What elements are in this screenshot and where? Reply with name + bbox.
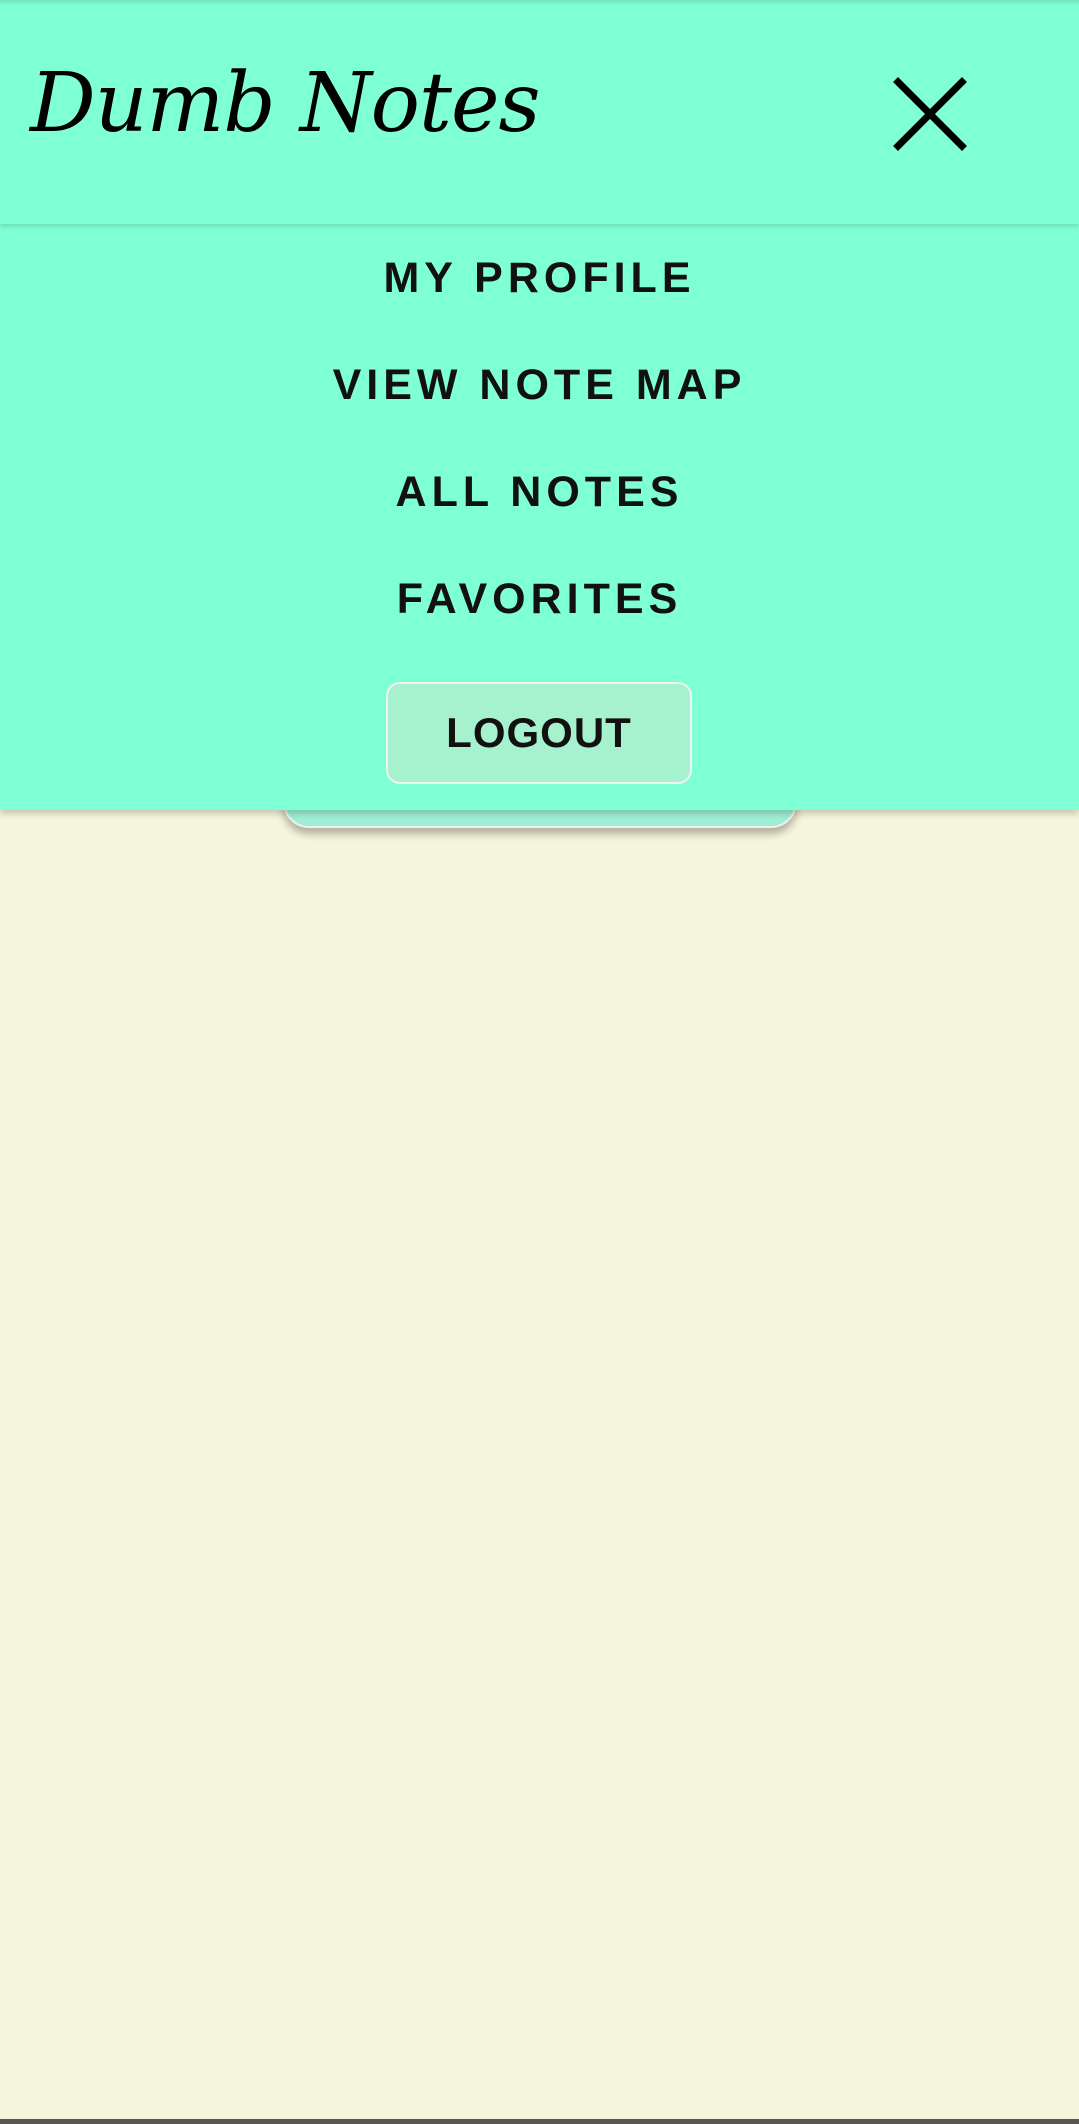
- app-header: Dumb Notes: [0, 0, 1079, 224]
- menu-item-my-profile[interactable]: MY PROFILE: [0, 238, 1079, 318]
- menu-item-favorites[interactable]: FAVORITES: [0, 559, 1079, 639]
- logout-button[interactable]: LOGOUT: [386, 682, 692, 784]
- nav-menu: MY PROFILE VIEW NOTE MAP ALL NOTES FAVOR…: [0, 224, 1079, 810]
- menu-item-all-notes[interactable]: ALL NOTES: [0, 452, 1079, 532]
- close-menu-button[interactable]: [888, 72, 972, 156]
- menu-item-view-note-map[interactable]: VIEW NOTE MAP: [0, 345, 1079, 425]
- bottom-divider: [0, 2119, 1079, 2124]
- status-shadow: [0, 0, 1079, 6]
- close-icon: [893, 77, 967, 151]
- app-title: Dumb Notes: [30, 56, 541, 151]
